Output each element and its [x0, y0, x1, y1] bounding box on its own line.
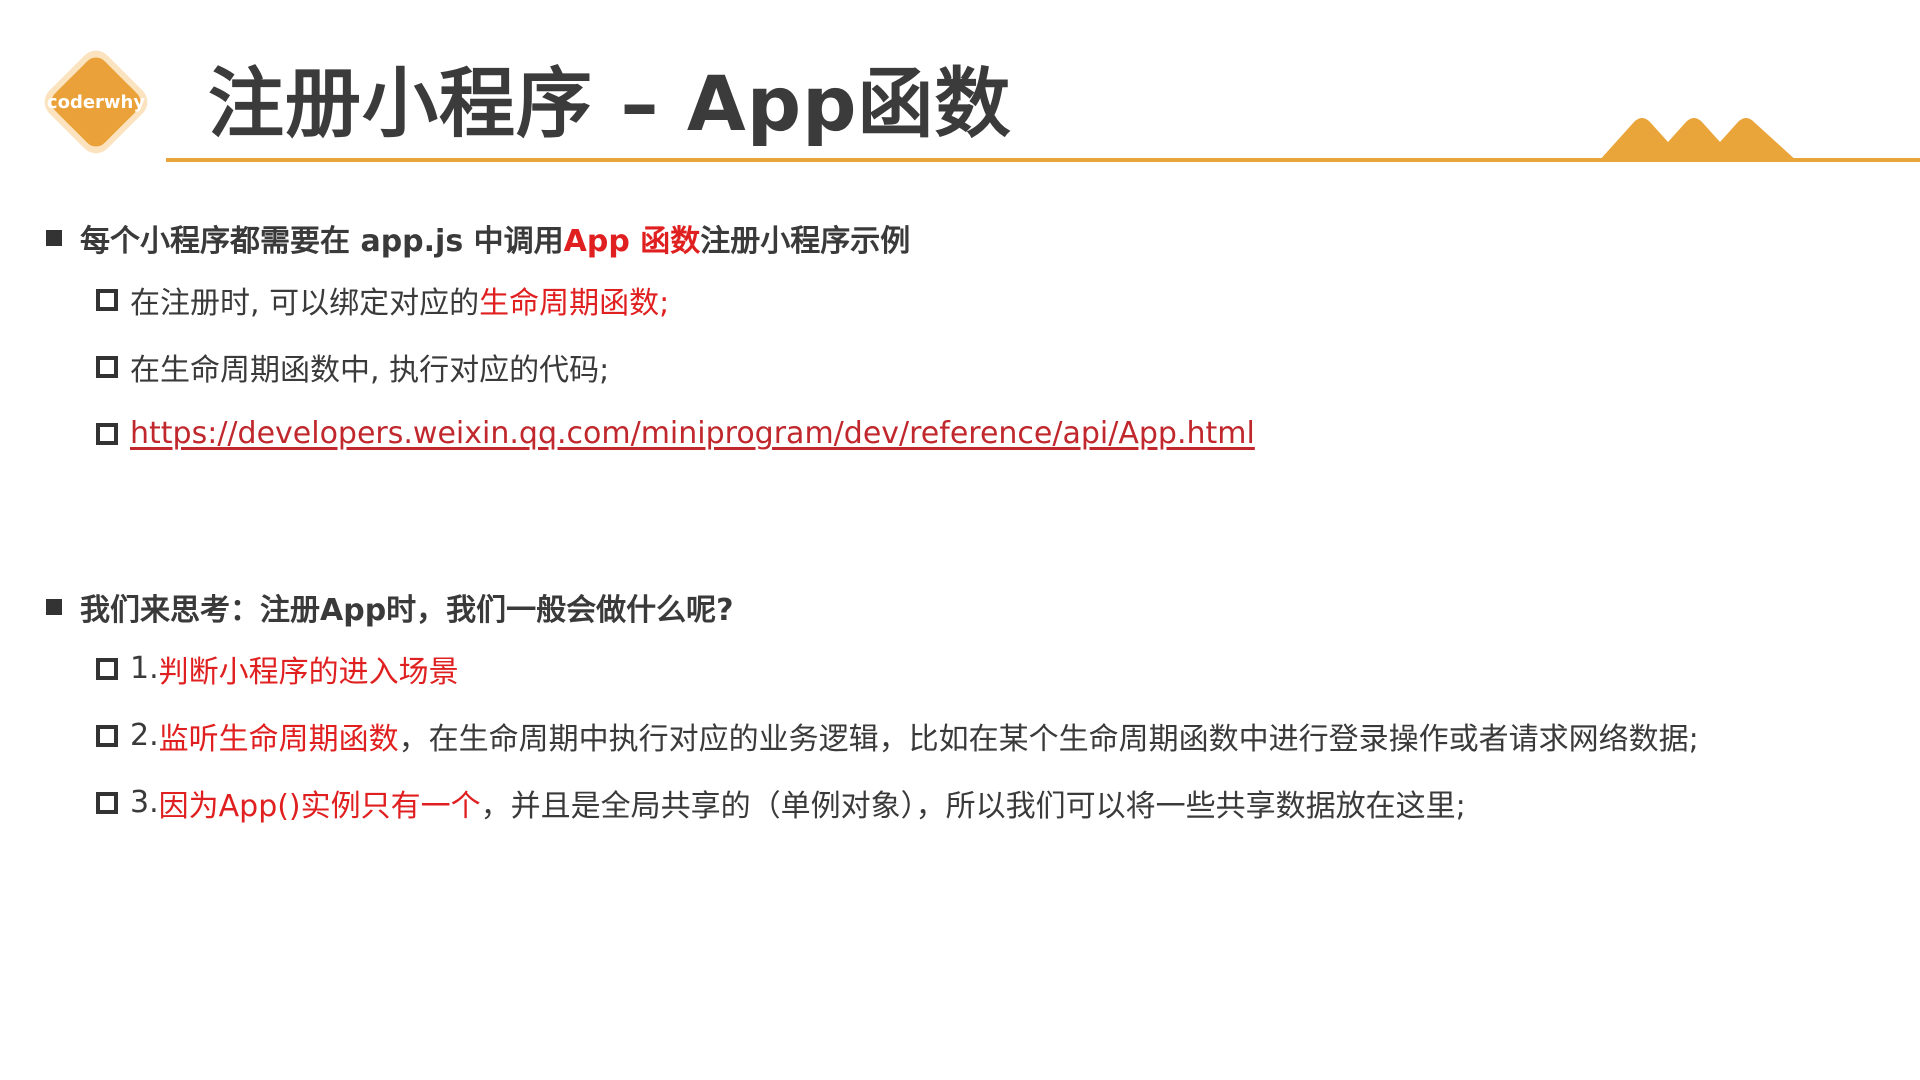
list-item: 3. 因为App()实例只有一个 ，并且是全局共享的（单例对象），所以我们可以将…	[96, 769, 1906, 836]
section1-heading-prefix: 每个小程序都需要在 app.js 中调用	[80, 224, 564, 259]
list-item: 在注册时, 可以绑定对应的 生命周期函数;	[96, 266, 1906, 333]
section2-heading: 我们来思考：注册App时，我们一般会做什么呢?	[46, 579, 1906, 635]
square-bullet-icon	[46, 230, 62, 246]
hollow-square-bullet-icon	[96, 355, 118, 378]
list-item: 在生命周期函数中, 执行对应的代码;	[96, 333, 1906, 400]
square-bullet-icon	[46, 599, 62, 615]
item-text: ，并且是全局共享的（单例对象），所以我们可以将一些共享数据放在这里;	[480, 788, 1466, 824]
section2-heading-text: 我们来思考：注册App时，我们一般会做什么呢?	[80, 593, 734, 628]
coderwhy-logo: coderwhy	[30, 36, 162, 168]
list-item: 2. 监听生命周期函数 ，在生命周期中执行对应的业务逻辑，比如在某个生命周期函数…	[96, 702, 1906, 769]
item-emphasis: 生命周期函数;	[479, 285, 670, 321]
item-text: 在生命周期函数中, 执行对应的代码;	[130, 352, 610, 388]
section1-heading: 每个小程序都需要在 app.js 中调用 App 函数 注册小程序示例	[46, 210, 1906, 266]
hollow-square-bullet-icon	[96, 657, 118, 680]
item-text: 在注册时, 可以绑定对应的	[130, 285, 480, 321]
app-docs-link[interactable]: https://developers.weixin.qq.com/minipro…	[130, 416, 1255, 451]
item-number: 2.	[130, 718, 159, 753]
hollow-square-bullet-icon	[96, 288, 118, 311]
item-number: 1.	[130, 651, 159, 686]
list-item: https://developers.weixin.qq.com/minipro…	[96, 400, 1906, 467]
item-number: 3.	[130, 785, 159, 820]
section1-heading-suffix: 注册小程序示例	[700, 224, 911, 259]
item-emphasis: 判断小程序的进入场景	[158, 654, 459, 690]
section1-heading-emphasis: App 函数	[563, 224, 701, 259]
item-emphasis: 因为App()实例只有一个	[158, 788, 481, 824]
hollow-square-bullet-icon	[96, 791, 118, 814]
logo-text: coderwhy	[46, 91, 146, 113]
page-title: 注册小程序 – App函数	[208, 59, 1012, 148]
item-text: ，在生命周期中执行对应的业务逻辑，比如在某个生命周期函数中进行登录操作或者请求网…	[398, 721, 1699, 757]
slide-content: 每个小程序都需要在 app.js 中调用 App 函数 注册小程序示例 在注册时…	[46, 210, 1906, 836]
hollow-square-bullet-icon	[96, 724, 118, 747]
item-emphasis: 监听生命周期函数	[158, 721, 399, 757]
mountains-decoration-icon	[1598, 118, 1798, 162]
list-item: 1. 判断小程序的进入场景	[96, 635, 1906, 702]
hollow-square-bullet-icon	[96, 422, 118, 445]
